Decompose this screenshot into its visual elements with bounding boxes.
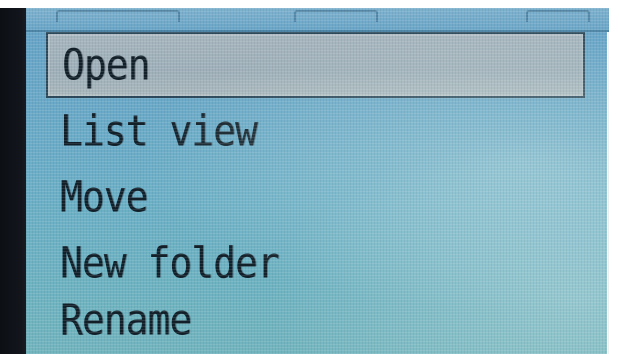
menu-item-label: Rename xyxy=(60,296,192,336)
menu-item-new-folder[interactable]: New folder xyxy=(26,230,609,296)
menu-item-label: New folder xyxy=(60,238,280,288)
menu-item-rename[interactable]: Rename xyxy=(26,296,609,336)
phone-photo: Open List view Move New folder Rename xyxy=(0,0,619,354)
header-strip xyxy=(26,8,609,32)
header-tab-left xyxy=(56,10,180,22)
phone-screen: Open List view Move New folder Rename xyxy=(26,8,609,354)
options-menu: Open List view Move New folder Rename xyxy=(26,32,609,336)
menu-item-list-view[interactable]: List view xyxy=(26,98,609,164)
menu-item-move[interactable]: Move xyxy=(26,164,609,230)
menu-item-label: Open xyxy=(62,40,151,90)
header-tab-center xyxy=(294,10,378,22)
menu-item-open[interactable]: Open xyxy=(46,32,585,98)
menu-item-label: List view xyxy=(60,106,258,156)
menu-item-label: Move xyxy=(60,172,149,222)
header-tab-right xyxy=(526,10,590,22)
